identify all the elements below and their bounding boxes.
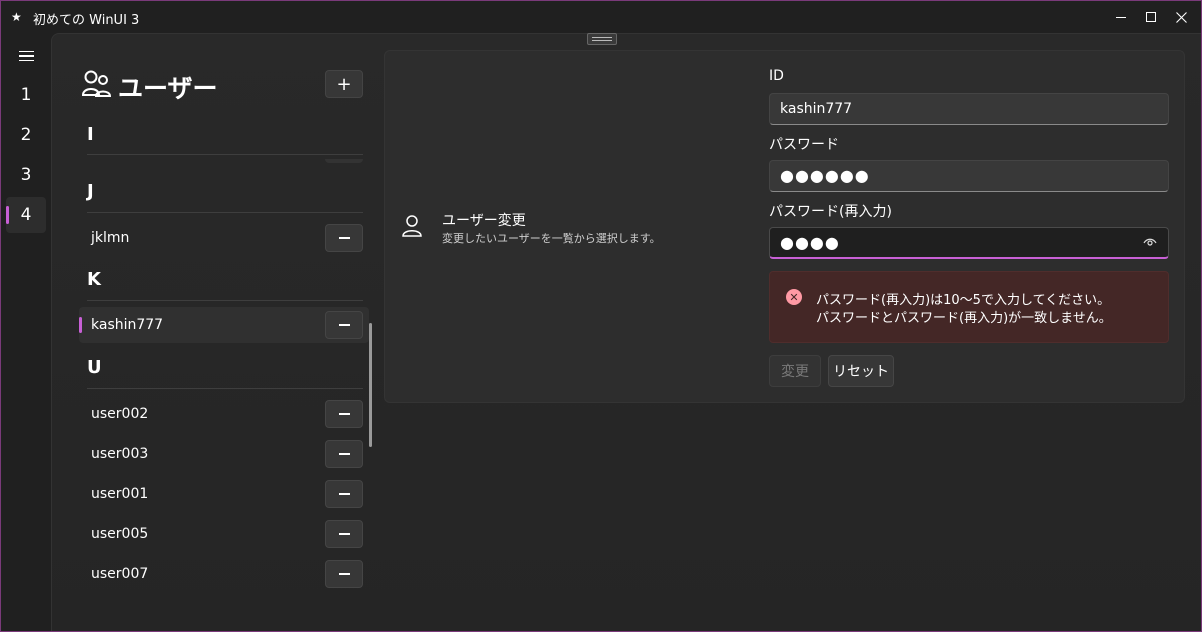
list-item-label: user001 xyxy=(91,486,149,502)
nav-item-label: 4 xyxy=(20,205,32,225)
nav-item-label: 2 xyxy=(20,125,32,145)
password-confirm-input[interactable]: ●●●● xyxy=(769,227,1169,259)
remove-user-button[interactable] xyxy=(325,400,363,428)
title-bar[interactable]: ★ 初めての WinUI 3 xyxy=(1,1,1201,33)
remove-user-button[interactable] xyxy=(325,224,363,252)
list-item-label: user005 xyxy=(91,526,149,542)
reveal-password-icon[interactable] xyxy=(1143,237,1157,247)
list-title: ユーザー xyxy=(118,74,218,103)
nav-item-label: 3 xyxy=(20,165,32,185)
minus-icon xyxy=(338,237,350,239)
list-item[interactable]: user005 xyxy=(79,516,369,552)
window-title: 初めての WinUI 3 xyxy=(33,13,140,28)
id-label: ID xyxy=(769,68,784,84)
remove-user-button[interactable] xyxy=(325,560,363,588)
user-icon xyxy=(402,215,422,237)
nav-item-label: 1 xyxy=(20,85,32,105)
minus-icon xyxy=(338,493,350,495)
list-scrollbar[interactable] xyxy=(369,323,372,447)
list-item-label: jklmn xyxy=(91,230,130,246)
password-confirm-label: パスワード(再入力) xyxy=(769,204,892,220)
nav-item-1[interactable]: 1 xyxy=(6,77,46,113)
list-item[interactable]: user007 xyxy=(79,556,369,592)
password-confirm-value: ●●●● xyxy=(780,233,840,252)
minus-icon xyxy=(338,324,350,326)
star-icon: ★ xyxy=(11,10,22,24)
nav-item-2[interactable]: 2 xyxy=(6,117,46,153)
remove-user-button[interactable] xyxy=(325,520,363,548)
close-icon xyxy=(1175,11,1187,23)
maximize-icon xyxy=(1146,12,1156,22)
group-divider xyxy=(87,212,363,213)
app-window: ★ 初めての WinUI 3 1 2 3 4 ユーザー + I J jklmn xyxy=(0,0,1202,632)
nav-item-3[interactable]: 3 xyxy=(6,157,46,193)
setting-description: 変更したいユーザーを一覧から選択します。 xyxy=(442,232,661,245)
list-item[interactable]: user003 xyxy=(79,436,369,472)
minus-icon xyxy=(338,533,350,535)
close-button[interactable] xyxy=(1158,1,1202,33)
plus-icon: + xyxy=(336,73,352,95)
list-item-selected[interactable]: kashin777 xyxy=(79,307,369,343)
list-item-label: user002 xyxy=(91,406,149,422)
id-input[interactable]: kashin777 xyxy=(769,93,1169,125)
error-message: パスワードとパスワード(再入力)が一致しません。 xyxy=(816,311,1112,326)
selection-indicator xyxy=(79,317,82,333)
error-message: パスワード(再入力)は10～5で入力してください。 xyxy=(816,293,1111,308)
group-divider xyxy=(87,388,363,389)
reset-button[interactable]: リセット xyxy=(828,355,894,387)
list-item-label: user007 xyxy=(91,566,149,582)
minus-icon xyxy=(338,573,350,575)
error-icon: ✕ xyxy=(786,289,802,305)
minus-icon xyxy=(338,413,350,415)
group-divider xyxy=(87,300,363,301)
list-item-label: user003 xyxy=(91,446,149,462)
selection-indicator xyxy=(6,206,9,224)
list-item[interactable]: user002 xyxy=(79,396,369,432)
navigation-rail: 1 2 3 4 xyxy=(1,33,51,631)
minus-icon xyxy=(338,453,350,455)
group-divider xyxy=(87,154,363,155)
password-value: ●●●●●● xyxy=(780,166,870,185)
password-input[interactable]: ●●●●●● xyxy=(769,160,1169,192)
add-user-button[interactable]: + xyxy=(325,70,363,98)
nav-item-4[interactable]: 4 xyxy=(6,197,46,233)
group-header-j: J xyxy=(87,181,94,202)
group-header-k: K xyxy=(87,269,101,290)
setting-title: ユーザー変更 xyxy=(442,213,526,229)
list-item-partial xyxy=(325,159,363,163)
remove-user-button[interactable] xyxy=(325,311,363,339)
users-icon xyxy=(82,70,112,97)
list-item[interactable]: user001 xyxy=(79,476,369,512)
change-button[interactable]: 変更 xyxy=(769,355,821,387)
hamburger-menu-icon[interactable] xyxy=(11,43,41,69)
group-header-u: U xyxy=(87,357,102,378)
minimize-icon xyxy=(1116,16,1126,18)
remove-user-button[interactable] xyxy=(325,440,363,468)
group-header-i: I xyxy=(87,124,94,145)
splitter-grip-handle[interactable] xyxy=(587,33,617,45)
password-label: パスワード xyxy=(769,137,839,153)
list-item-label: kashin777 xyxy=(91,317,164,333)
remove-user-button[interactable] xyxy=(325,480,363,508)
list-item[interactable]: jklmn xyxy=(79,220,369,256)
